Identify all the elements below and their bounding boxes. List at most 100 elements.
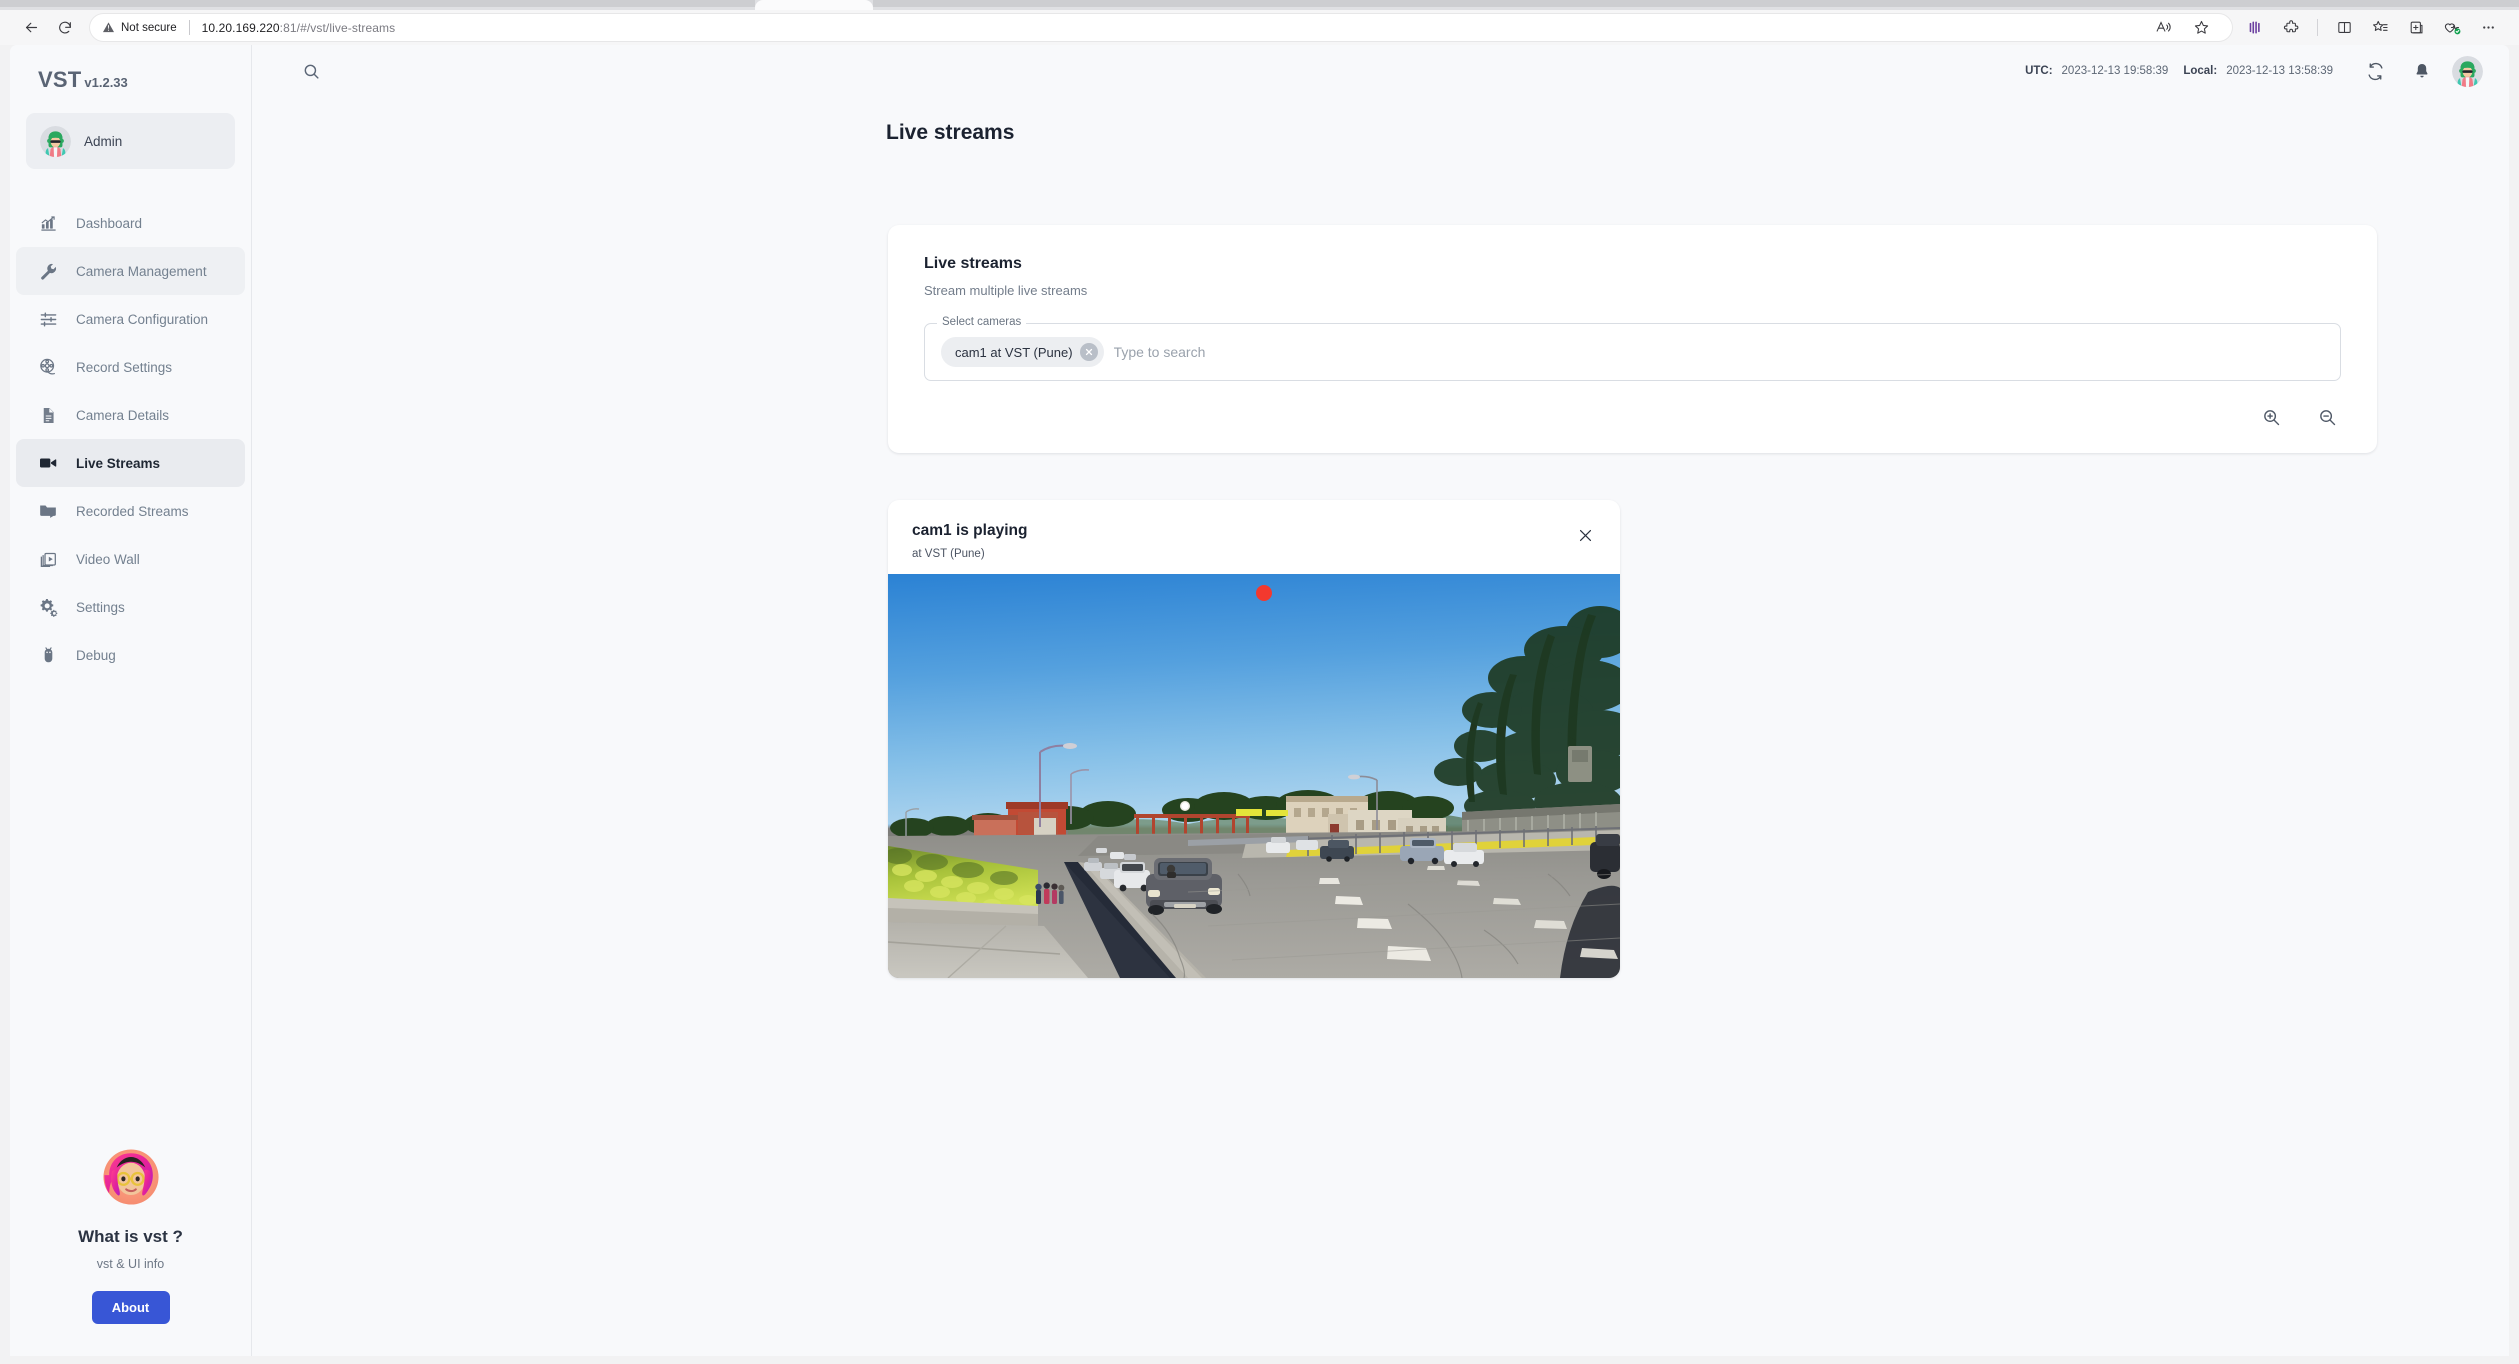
local-label: Local: — [2183, 65, 2217, 77]
camera-search-input[interactable] — [1114, 344, 2324, 360]
sidebar-item-label: Video Wall — [76, 552, 140, 567]
promo-avatar — [93, 1139, 169, 1215]
chip-remove-icon[interactable] — [1080, 343, 1098, 361]
sidebar-item-camera-management[interactable]: Camera Management — [16, 247, 245, 295]
extensions-icon[interactable] — [2274, 14, 2308, 42]
active-tab[interactable] — [755, 0, 873, 10]
stream-player-card: cam1 is playing at VST (Pune) — [888, 500, 1620, 978]
video-wall-icon — [37, 548, 59, 570]
sidebar-item-settings[interactable]: Settings — [16, 583, 245, 631]
sidebar-item-label: Camera Details — [76, 408, 169, 423]
sidebar-item-recorded-streams[interactable]: Recorded Streams — [16, 487, 245, 535]
wrench-icon — [37, 260, 59, 282]
sidebar-item-label: Camera Management — [76, 264, 207, 279]
not-secure-label: Not secure — [121, 22, 177, 34]
url-path: :81/#/vst/live-streams — [280, 21, 396, 35]
browser-window: Not secure 10.20.169.220:81/#/vst/live-s… — [0, 0, 2519, 1364]
sidebar-user-name: Admin — [84, 134, 122, 149]
zoom-in-icon[interactable] — [2257, 403, 2285, 431]
card-title: Live streams — [924, 255, 2341, 273]
utc-value: 2023-12-13 19:58:39 — [2062, 65, 2169, 77]
url-text: 10.20.169.220:81/#/vst/live-streams — [202, 21, 396, 35]
back-arrow-icon[interactable] — [14, 14, 48, 42]
gears-icon — [37, 596, 59, 618]
collections-icon[interactable] — [2399, 14, 2433, 42]
promo-title: What is vst ? — [10, 1227, 251, 1247]
sidebar-item-label: Dashboard — [76, 216, 142, 231]
promo-subtitle: vst & UI info — [10, 1257, 251, 1271]
brand-name: VST — [38, 67, 81, 93]
player-header: cam1 is playing at VST (Pune) — [888, 500, 1620, 574]
brand-version: v1.2.33 — [84, 75, 127, 90]
sidebar-item-label: Record Settings — [76, 360, 172, 375]
page-title: Live streams — [886, 121, 2509, 145]
sidebar-item-camera-details[interactable]: Camera Details — [16, 391, 245, 439]
clock-group: UTC: 2023-12-13 19:58:39 Local: 2023-12-… — [2025, 56, 2483, 87]
brand: VST v1.2.33 — [10, 45, 251, 93]
player-title: cam1 is playing — [912, 522, 1596, 540]
video-frame — [888, 574, 1620, 978]
split-screen-icon[interactable] — [2327, 14, 2361, 42]
player-subtitle: at VST (Pune) — [912, 548, 1596, 560]
close-icon[interactable] — [1572, 522, 1598, 548]
read-aloud-icon[interactable] — [2146, 14, 2180, 42]
tab-strip-right — [873, 0, 2519, 7]
document-icon — [37, 404, 59, 426]
tab-strip — [0, 0, 2519, 10]
folder-play-icon — [37, 500, 59, 522]
sidebar-item-debug[interactable]: Debug — [16, 631, 245, 679]
select-cameras-label: Select cameras — [937, 316, 1026, 328]
sidebar: VST v1.2.33 — [10, 45, 252, 1356]
bell-icon[interactable] — [2407, 56, 2437, 86]
omnibox-divider — [189, 20, 190, 35]
chart-growth-icon — [37, 212, 59, 234]
sidebar-item-label: Camera Configuration — [76, 312, 208, 327]
sidebar-item-video-wall[interactable]: Video Wall — [16, 535, 245, 583]
toolbar-divider — [2317, 19, 2318, 36]
sidebar-item-label: Settings — [76, 600, 125, 615]
recording-dot — [1256, 585, 1272, 601]
local-value: 2023-12-13 13:58:39 — [2226, 65, 2333, 77]
film-reel-icon — [37, 356, 59, 378]
select-cameras-field[interactable]: Select cameras cam1 at VST (Pune) — [924, 323, 2341, 381]
sidebar-item-live-streams[interactable]: Live Streams — [16, 439, 245, 487]
live-streams-card: Live streams Stream multiple live stream… — [888, 225, 2377, 453]
camera-chip-label: cam1 at VST (Pune) — [955, 345, 1073, 360]
sidebar-nav: Dashboard Camera Management Camera Confi… — [10, 199, 251, 679]
about-button[interactable]: About — [92, 1291, 170, 1324]
zoom-out-icon[interactable] — [2313, 403, 2341, 431]
sidebar-item-dashboard[interactable]: Dashboard — [16, 199, 245, 247]
tab-strip-left — [0, 0, 755, 7]
utc-label: UTC: — [2025, 65, 2052, 77]
browser-toolbar: Not secure 10.20.169.220:81/#/vst/live-s… — [0, 10, 2519, 45]
sidebar-item-label: Live Streams — [76, 456, 160, 471]
reload-icon[interactable] — [48, 14, 82, 42]
camera-chip[interactable]: cam1 at VST (Pune) — [941, 337, 1104, 367]
avatar — [40, 126, 71, 157]
sidebar-item-label: Recorded Streams — [76, 504, 189, 519]
search-icon[interactable] — [302, 62, 321, 81]
sidebar-item-record-settings[interactable]: Record Settings — [16, 343, 245, 391]
sidebar-user-box[interactable]: Admin — [26, 113, 235, 169]
web-page-viewport: VST v1.2.33 — [10, 45, 2509, 1356]
copilot-icon[interactable] — [2238, 14, 2272, 42]
video-stream[interactable] — [888, 574, 1620, 978]
main-content: UTC: 2023-12-13 19:58:39 Local: 2023-12-… — [252, 45, 2509, 1356]
video-camera-icon — [37, 452, 59, 474]
not-secure-warning-icon — [102, 21, 115, 34]
card-actions — [924, 403, 2341, 431]
favorites-icon[interactable] — [2363, 14, 2397, 42]
address-bar[interactable]: Not secure 10.20.169.220:81/#/vst/live-s… — [90, 14, 2232, 41]
browser-essentials-icon[interactable] — [2435, 14, 2469, 42]
settings-more-icon[interactable] — [2471, 14, 2505, 42]
sliders-icon — [37, 308, 59, 330]
bug-icon — [37, 644, 59, 666]
star-icon[interactable] — [2184, 14, 2218, 42]
avatar[interactable] — [2452, 56, 2483, 87]
sidebar-promo: What is vst ? vst & UI info About — [10, 1139, 251, 1356]
sync-refresh-icon[interactable] — [2360, 56, 2390, 86]
sidebar-item-camera-configuration[interactable]: Camera Configuration — [16, 295, 245, 343]
sidebar-item-label: Debug — [76, 648, 116, 663]
toolbar-right-icons — [2238, 14, 2505, 42]
app-topbar: UTC: 2023-12-13 19:58:39 Local: 2023-12-… — [252, 45, 2509, 97]
